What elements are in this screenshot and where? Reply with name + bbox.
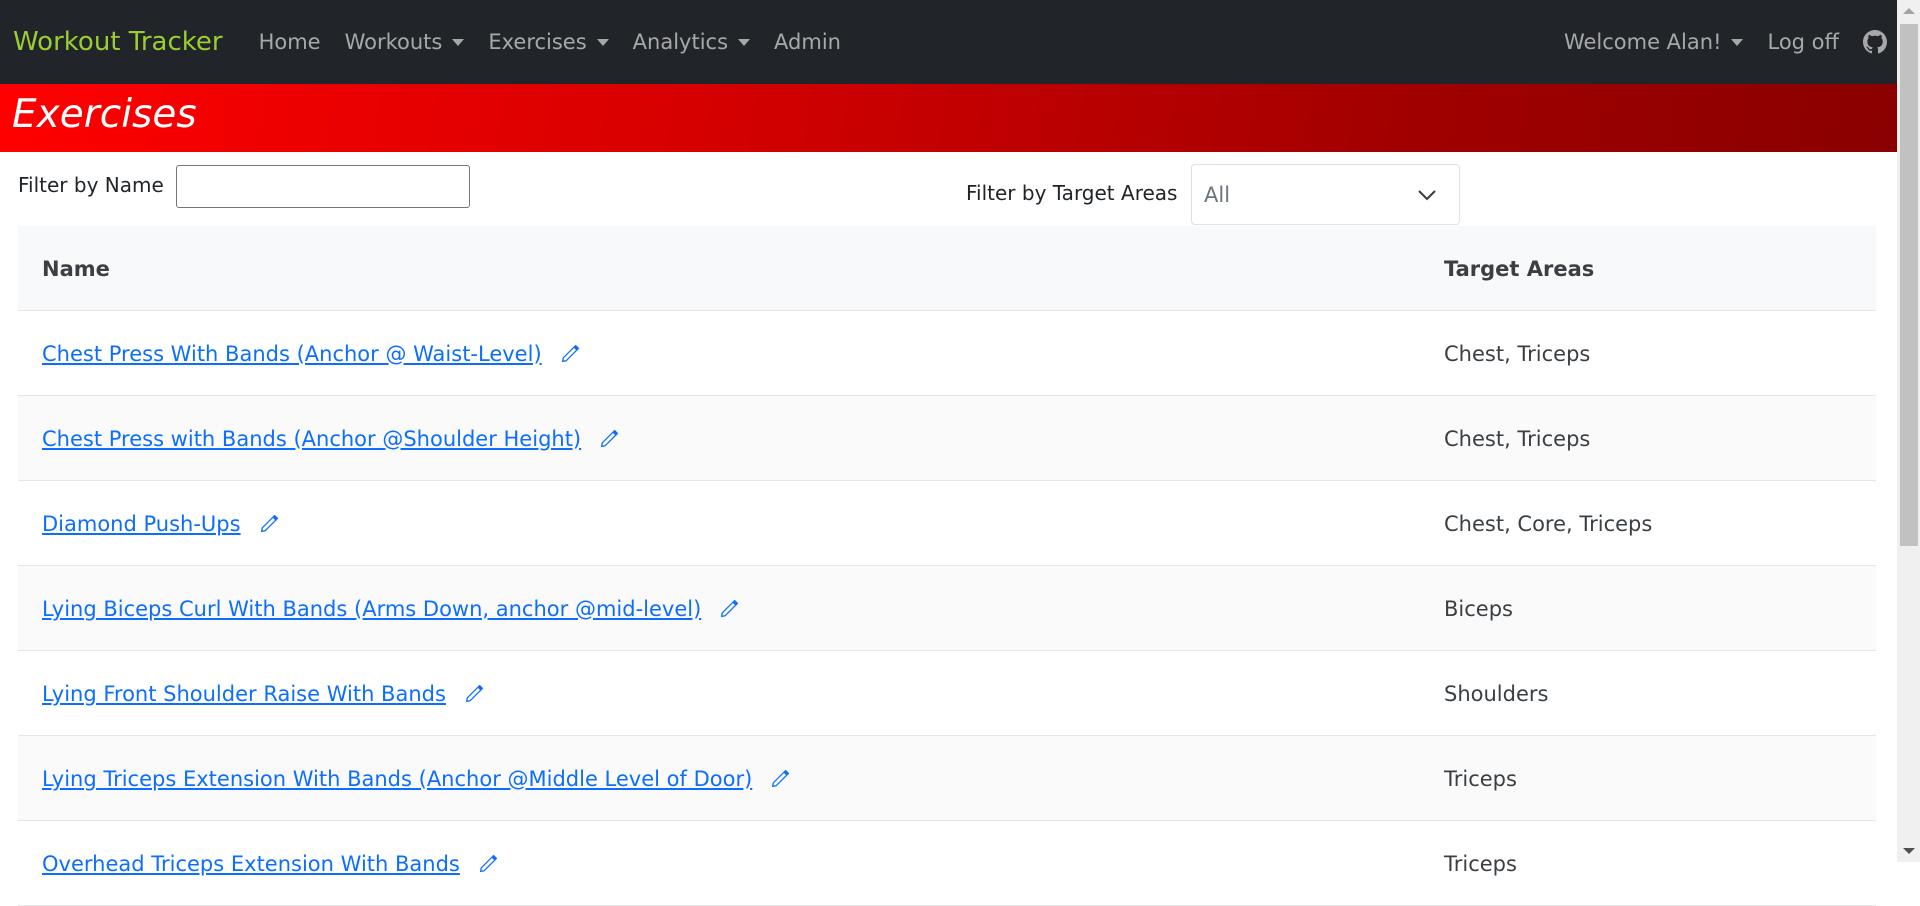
- header-name[interactable]: Name: [42, 226, 110, 311]
- name-cell: Diamond Push-Ups: [42, 481, 279, 566]
- logoff-link[interactable]: Log off: [1767, 30, 1839, 54]
- pencil-edit-icon[interactable]: [599, 429, 619, 449]
- filter-target-value: All: [1204, 182, 1231, 207]
- vertical-scrollbar[interactable]: [1897, 0, 1920, 862]
- user-menu-label: Welcome Alan!: [1563, 30, 1722, 54]
- name-cell: Chest Press With Bands (Anchor @ Waist-L…: [42, 311, 580, 396]
- pencil-edit-icon[interactable]: [464, 684, 484, 704]
- table-row: Diamond Push-Ups Chest, Core, Triceps: [18, 481, 1876, 566]
- nav-exercises-dropdown[interactable]: Exercises: [488, 30, 609, 54]
- table-header-row: Name Target Areas: [18, 226, 1876, 311]
- pencil-edit-icon[interactable]: [770, 769, 790, 789]
- target-areas-cell: Chest, Core, Triceps: [1444, 511, 1653, 536]
- exercise-link[interactable]: Overhead Triceps Extension With Bands: [42, 852, 460, 876]
- name-cell: Lying Biceps Curl With Bands (Arms Down,…: [42, 566, 739, 651]
- exercise-link[interactable]: Chest Press with Bands (Anchor @Shoulder…: [42, 427, 581, 451]
- name-cell: Lying Triceps Extension With Bands (Anch…: [42, 736, 790, 821]
- caret-down-icon: [1731, 38, 1744, 46]
- target-areas-cell: Triceps: [1444, 766, 1517, 791]
- filter-name-input[interactable]: [176, 165, 470, 208]
- caret-down-icon: [596, 38, 609, 46]
- page-header-banner: Exercises: [0, 84, 1897, 152]
- filter-target-label: Filter by Target Areas: [966, 181, 1178, 205]
- name-cell: Lying Front Shoulder Raise With Bands: [42, 651, 484, 736]
- pencil-edit-icon[interactable]: [478, 854, 498, 874]
- nav-admin-label: Admin: [774, 30, 841, 54]
- scrollbar-thumb[interactable]: [1900, 24, 1918, 546]
- target-areas-cell: Chest, Triceps: [1444, 426, 1591, 451]
- scroll-down-arrow-icon[interactable]: [1903, 848, 1915, 854]
- top-navbar: Workout Tracker Home Workouts Exercises …: [0, 0, 1897, 84]
- nav-analytics-label: Analytics: [632, 30, 729, 54]
- exercise-link[interactable]: Diamond Push-Ups: [42, 512, 241, 536]
- nav-right: Welcome Alan! Log off: [1552, 30, 1887, 54]
- scroll-up-arrow-icon[interactable]: [1903, 8, 1915, 14]
- nav-workouts-label: Workouts: [344, 30, 443, 54]
- brand-link[interactable]: Workout Tracker: [13, 27, 223, 57]
- table-row: Chest Press with Bands (Anchor @Shoulder…: [18, 396, 1876, 481]
- target-areas-cell: Triceps: [1444, 851, 1517, 876]
- header-target-areas[interactable]: Target Areas: [1444, 226, 1594, 311]
- page-title: Exercises: [12, 92, 197, 137]
- exercise-link[interactable]: Chest Press With Bands (Anchor @ Waist-L…: [42, 342, 542, 366]
- nav-exercises-label: Exercises: [488, 30, 587, 54]
- chevron-down-icon: [1418, 190, 1436, 201]
- name-cell: Overhead Triceps Extension With Bands: [42, 821, 498, 906]
- user-menu-dropdown[interactable]: Welcome Alan!: [1564, 30, 1744, 54]
- nav-home[interactable]: Home: [259, 30, 321, 54]
- caret-down-icon: [452, 38, 465, 46]
- pencil-edit-icon[interactable]: [560, 344, 580, 364]
- exercises-table: Name Target Areas Chest Press With Bands…: [18, 226, 1876, 906]
- nav-workouts-dropdown[interactable]: Workouts: [345, 30, 465, 54]
- nav-home-label: Home: [258, 30, 321, 54]
- exercise-link[interactable]: Lying Triceps Extension With Bands (Anch…: [42, 767, 752, 791]
- pencil-edit-icon[interactable]: [259, 514, 279, 534]
- exercise-link[interactable]: Lying Front Shoulder Raise With Bands: [42, 682, 446, 706]
- caret-down-icon: [738, 38, 751, 46]
- github-icon[interactable]: [1863, 30, 1887, 54]
- target-areas-cell: Shoulders: [1444, 681, 1549, 706]
- table-row: Lying Triceps Extension With Bands (Anch…: [18, 736, 1876, 821]
- table-row: Lying Front Shoulder Raise With Bands Sho…: [18, 651, 1876, 736]
- table-row: Overhead Triceps Extension With Bands Tri…: [18, 821, 1876, 906]
- exercise-link[interactable]: Lying Biceps Curl With Bands (Arms Down,…: [42, 597, 701, 621]
- name-cell: Chest Press with Bands (Anchor @Shoulder…: [42, 396, 619, 481]
- table-row: Lying Biceps Curl With Bands (Arms Down,…: [18, 566, 1876, 651]
- target-areas-cell: Biceps: [1444, 596, 1513, 621]
- filter-bar: Filter by Name Filter by Target Areas Al…: [0, 152, 1897, 226]
- filter-target-select[interactable]: All: [1191, 164, 1460, 225]
- filter-name-label: Filter by Name: [18, 173, 164, 197]
- logoff-label: Log off: [1767, 30, 1839, 54]
- pencil-edit-icon[interactable]: [719, 599, 739, 619]
- nav-analytics-dropdown[interactable]: Analytics: [632, 30, 751, 54]
- target-areas-cell: Chest, Triceps: [1444, 341, 1591, 366]
- nav-admin[interactable]: Admin: [774, 30, 841, 54]
- table-row: Chest Press With Bands (Anchor @ Waist-L…: [18, 311, 1876, 396]
